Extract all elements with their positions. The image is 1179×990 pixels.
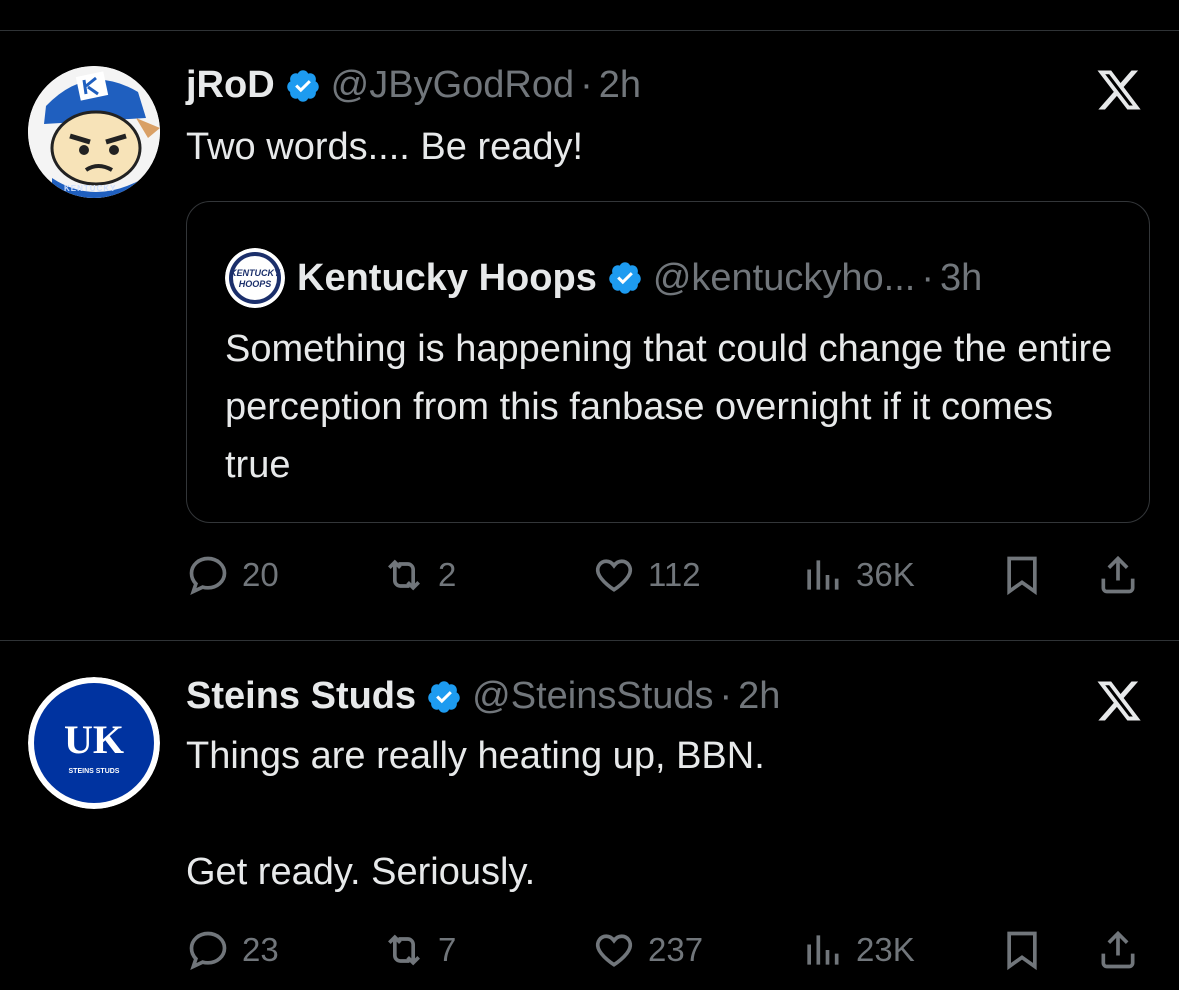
separator-dot: · <box>719 675 733 717</box>
quoted-avatar-text-1: KENTUCKY <box>230 268 281 278</box>
tweet-1-actions: 20 2 112 36K <box>186 550 1146 600</box>
tweet-time[interactable]: 2h <box>738 675 780 718</box>
separator-dot: · <box>580 64 593 106</box>
quoted-avatar-text-2: HOOPS <box>239 279 272 289</box>
bookmark-icon <box>1007 931 1037 971</box>
quoted-avatar[interactable]: KENTUCKY HOOPS <box>225 248 285 308</box>
share-icon <box>1101 555 1135 594</box>
quoted-tweet-header: KENTUCKY HOOPS Kentucky Hoops @kentuckyh… <box>225 248 982 308</box>
repost-icon <box>388 934 420 966</box>
tweet-2[interactable]: UK STEINS STUDS Steins Studs @SteinsStud… <box>0 641 1179 990</box>
x-logo-icon <box>1097 681 1141 721</box>
author-name[interactable]: Steins Studs <box>186 675 416 718</box>
bookmark-icon <box>1007 556 1037 596</box>
share-icon <box>1101 930 1135 969</box>
author-name[interactable]: jRoD <box>186 64 275 107</box>
views-icon <box>807 935 839 965</box>
repost-button[interactable]: 7 <box>382 925 456 975</box>
tweet-text: Two words.... Be ready! <box>186 126 584 168</box>
views-count: 23K <box>856 931 915 968</box>
repost-count: 2 <box>438 556 457 593</box>
tweet-2-actions: 23 7 237 23K <box>186 925 1146 975</box>
reply-count: 23 <box>242 931 279 968</box>
views-button[interactable]: 23K <box>800 925 915 975</box>
tweet-2-header: Steins Studs @SteinsStuds · 2h <box>186 675 780 718</box>
avatar-caption: KENTUCKY <box>64 184 117 193</box>
share-button[interactable] <box>1096 550 1140 600</box>
like-count: 237 <box>648 931 704 968</box>
like-button[interactable]: 237 <box>592 925 703 975</box>
verified-badge-icon <box>286 69 319 102</box>
verified-badge-icon <box>609 262 641 294</box>
reply-button[interactable]: 20 <box>186 550 279 600</box>
bookmark-button[interactable] <box>1000 550 1044 600</box>
views-button[interactable]: 36K <box>800 550 915 600</box>
tweet-1[interactable]: KENTUCKY jRoD @JByGodRod · 2h Two words.… <box>0 0 1179 640</box>
separator-dot: · <box>921 256 934 299</box>
quoted-tweet[interactable]: KENTUCKY HOOPS Kentucky Hoops @kentuckyh… <box>186 201 1150 523</box>
views-count: 36K <box>856 556 915 593</box>
repost-count: 7 <box>438 931 457 968</box>
verified-badge-icon <box>428 680 460 713</box>
reply-count: 20 <box>242 556 279 593</box>
author-handle[interactable]: @JByGodRod <box>331 64 574 107</box>
reply-button[interactable]: 23 <box>186 925 279 975</box>
like-button[interactable]: 112 <box>592 550 701 600</box>
like-count: 112 <box>648 556 701 593</box>
quoted-author-name[interactable]: Kentucky Hoops <box>297 257 597 300</box>
repost-icon <box>388 559 420 591</box>
reply-icon <box>189 556 227 595</box>
quoted-author-handle[interactable]: @kentuckyho... <box>653 257 915 300</box>
uk-logo: UK <box>64 717 124 762</box>
tweet-1-avatar[interactable]: KENTUCKY <box>28 66 160 198</box>
tweet-text: Things are really heating up, BBN. Get r… <box>186 735 765 893</box>
share-button[interactable] <box>1096 925 1140 975</box>
tweet-time[interactable]: 2h <box>599 64 641 107</box>
like-icon <box>595 559 633 592</box>
reply-icon <box>189 931 227 970</box>
quoted-tweet-text: Something is happening that could change… <box>225 328 1113 486</box>
x-logo-icon <box>1097 70 1141 110</box>
avatar-caption: STEINS STUDS <box>69 768 120 775</box>
quoted-tweet-time[interactable]: 3h <box>940 257 982 300</box>
like-icon <box>595 934 633 967</box>
author-handle[interactable]: @SteinsStuds <box>472 675 713 718</box>
views-icon <box>807 560 839 590</box>
tweet-2-avatar[interactable]: UK STEINS STUDS <box>28 677 160 809</box>
repost-button[interactable]: 2 <box>382 550 456 600</box>
tweet-1-header: jRoD @JByGodRod · 2h <box>186 64 641 107</box>
bookmark-button[interactable] <box>1000 925 1044 975</box>
